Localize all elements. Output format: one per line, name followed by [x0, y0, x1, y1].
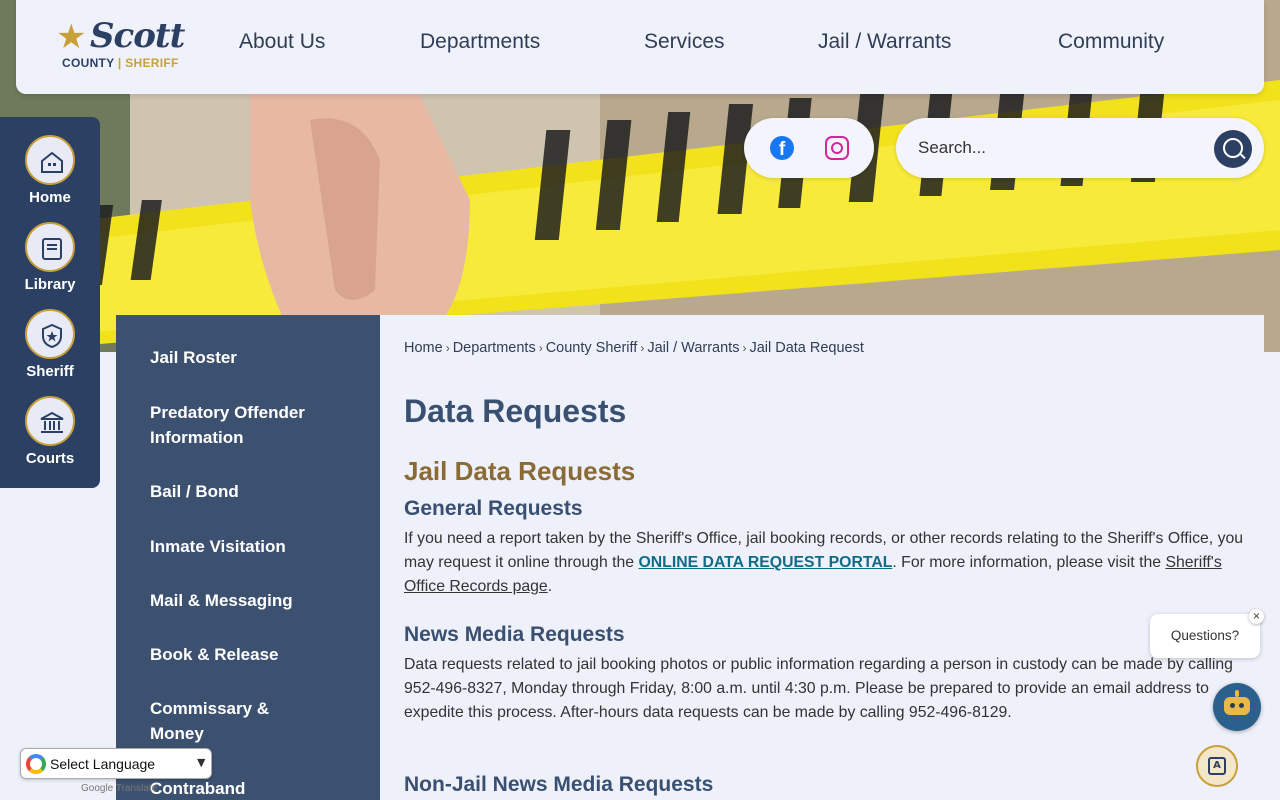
- general-requests-text: If you need a report taken by the Sherif…: [404, 530, 1244, 595]
- logo-name: Scott: [90, 16, 185, 56]
- rail-label-courts: Courts: [25, 450, 75, 467]
- close-icon[interactable]: ×: [1249, 609, 1264, 624]
- submenu-item-bail-bond[interactable]: Bail / Bond: [150, 479, 350, 504]
- site-logo[interactable]: ★ Scott COUNTY | SHERIFF: [56, 16, 196, 76]
- nav-about-us[interactable]: About Us: [239, 30, 325, 54]
- language-select-label: Select Language: [50, 756, 156, 772]
- breadcrumb-current[interactable]: Jail Data Request: [749, 340, 863, 356]
- nav-community[interactable]: Community: [1058, 30, 1164, 54]
- general-requests-heading: General Requests: [404, 497, 583, 520]
- submenu-item-jail-roster[interactable]: Jail Roster: [150, 345, 350, 370]
- nav-departments[interactable]: Departments: [420, 30, 540, 54]
- submenu-item-inmate-visitation[interactable]: Inmate Visitation: [150, 534, 350, 559]
- submenu-item-predatory-offender[interactable]: Predatory Offender Information: [150, 400, 350, 450]
- page-title: Data Requests: [404, 393, 627, 429]
- language-select[interactable]: Select Language ▼: [20, 748, 212, 779]
- submenu-item-commissary[interactable]: Commissary & Money: [150, 696, 300, 746]
- section-submenu: Jail Roster Predatory Offender Informati…: [116, 315, 380, 800]
- search-icon[interactable]: [1214, 130, 1252, 168]
- accessibility-translate-icon[interactable]: A: [1196, 745, 1238, 787]
- instagram-icon[interactable]: [825, 136, 849, 160]
- breadcrumb: Home › Departments › County Sheriff › Jail / W…: [404, 340, 864, 356]
- non-jail-media-heading: Non-Jail News Media Requests: [404, 773, 714, 796]
- facebook-icon[interactable]: f: [770, 136, 794, 160]
- chatbot-icon[interactable]: [1213, 683, 1261, 731]
- rail-label-sheriff: Sheriff: [26, 363, 74, 380]
- nav-services[interactable]: Services: [644, 30, 725, 54]
- nav-jail-warrants[interactable]: Jail / Warrants: [818, 30, 951, 54]
- search-input[interactable]: [918, 135, 1208, 161]
- breadcrumb-departments[interactable]: Departments: [453, 340, 536, 356]
- home-icon: [25, 135, 75, 185]
- badge-icon: [25, 309, 75, 359]
- chevron-down-icon: ▼: [197, 756, 206, 769]
- logo-subtitle: COUNTY | SHERIFF: [62, 56, 179, 70]
- questions-bubble[interactable]: Questions?: [1150, 614, 1260, 658]
- news-media-text: Data requests related to jail booking ph…: [404, 656, 1233, 721]
- courthouse-icon: [25, 396, 75, 446]
- powered-by-google: Google Translate: [81, 783, 158, 794]
- breadcrumb-county-sheriff[interactable]: County Sheriff: [546, 340, 638, 356]
- rail-label-library: Library: [24, 276, 76, 293]
- quick-links-rail: Home Library Sheriff Courts: [0, 117, 100, 488]
- google-icon: [26, 754, 46, 774]
- section-title: Jail Data Requests: [404, 456, 636, 486]
- submenu-item-contraband[interactable]: Contraband: [150, 776, 350, 800]
- breadcrumb-home[interactable]: Home: [404, 340, 443, 356]
- news-media-heading: News Media Requests: [404, 623, 625, 646]
- search-bar: [896, 118, 1264, 178]
- breadcrumb-jail-warrants[interactable]: Jail / Warrants: [647, 340, 739, 356]
- rail-label-home: Home: [29, 189, 71, 206]
- submenu-item-book-release[interactable]: Book & Release: [150, 642, 350, 667]
- star-badge-icon: ★: [56, 17, 87, 57]
- data-request-portal-link[interactable]: ONLINE DATA REQUEST PORTAL: [638, 554, 892, 571]
- book-icon: [25, 222, 75, 272]
- main-content: Home › Departments › County Sheriff › Jail / W…: [380, 315, 1264, 800]
- site-header: ★ Scott COUNTY | SHERIFF About Us Depart…: [16, 0, 1264, 94]
- submenu-item-mail-messaging[interactable]: Mail & Messaging: [150, 588, 350, 613]
- social-links: f: [744, 118, 874, 178]
